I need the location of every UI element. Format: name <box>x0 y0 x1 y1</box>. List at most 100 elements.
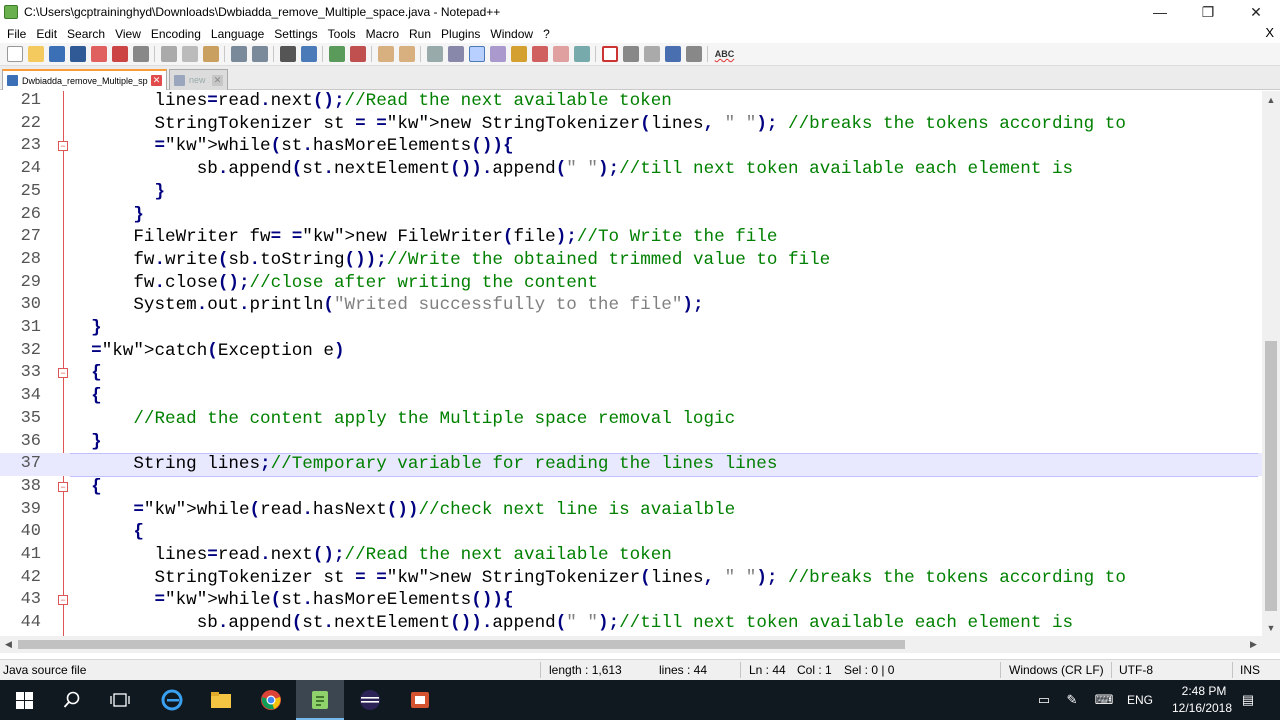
close-all-icon[interactable] <box>111 46 128 62</box>
function-list-icon[interactable] <box>531 46 548 62</box>
spellcheck-icon[interactable]: ABC <box>714 46 736 62</box>
taskbar-powerpoint[interactable] <box>396 680 444 720</box>
scroll-down-arrow-icon[interactable]: ▼ <box>1262 619 1280 636</box>
record-macro-icon[interactable] <box>601 46 618 62</box>
code-line[interactable]: 37 String lines;//Temporary variable for… <box>0 453 1262 477</box>
code-line[interactable]: 44 sb.append(st.nextElement()).append(" … <box>0 612 1262 635</box>
code-line[interactable]: 23 − ="kw">while(st.hasMoreElements()){ <box>0 135 1262 158</box>
word-wrap-icon[interactable] <box>426 46 443 62</box>
search-button[interactable] <box>48 680 96 720</box>
network-icon[interactable]: ▭ <box>1036 692 1052 708</box>
code-line[interactable]: 36 } <box>0 431 1262 454</box>
code-line[interactable]: 38 − { <box>0 476 1262 499</box>
menu-view[interactable]: View <box>110 27 146 41</box>
undo-icon[interactable] <box>230 46 247 62</box>
menu-search[interactable]: Search <box>62 27 110 41</box>
vertical-scroll-thumb[interactable] <box>1265 341 1277 611</box>
code-line[interactable]: 21 lines=read.next();//Read the next ava… <box>0 91 1262 113</box>
save-all-icon[interactable] <box>69 46 86 62</box>
maximize-button[interactable]: ❐ <box>1184 0 1232 24</box>
start-button[interactable] <box>0 680 48 720</box>
save-icon[interactable] <box>48 46 65 62</box>
redo-icon[interactable] <box>251 46 268 62</box>
show-all-chars-icon[interactable] <box>447 46 464 62</box>
clock-time[interactable]: 2:48 PM <box>1170 684 1238 698</box>
copy-icon[interactable] <box>181 46 198 62</box>
paste-icon[interactable] <box>202 46 219 62</box>
code-line[interactable]: 42 StringTokenizer st = ="kw">new String… <box>0 567 1262 590</box>
menu-edit[interactable]: Edit <box>31 27 62 41</box>
play-multiple-macro-icon[interactable] <box>664 46 681 62</box>
taskbar-edge[interactable] <box>148 680 196 720</box>
menu-run[interactable]: Run <box>404 27 436 41</box>
fold-toggle-icon[interactable]: − <box>58 481 68 492</box>
code-line[interactable]: 29 fw.close();//close after writing the … <box>0 272 1262 295</box>
scroll-right-arrow-icon[interactable]: ▶ <box>1245 636 1262 653</box>
replace-icon[interactable] <box>300 46 317 62</box>
sync-vertical-icon[interactable] <box>377 46 394 62</box>
code-line[interactable]: 34 { <box>0 385 1262 408</box>
code-line[interactable]: 40 { <box>0 521 1262 544</box>
code-line[interactable]: 22 StringTokenizer st = ="kw">new String… <box>0 113 1262 136</box>
taskbar-chrome[interactable] <box>247 680 295 720</box>
play-macro-icon[interactable] <box>643 46 660 62</box>
code-line[interactable]: 43 − ="kw">while(st.hasMoreElements()){ <box>0 589 1262 612</box>
code-line[interactable]: 27 FileWriter fw= ="kw">new FileWriter(f… <box>0 226 1262 249</box>
tab-new-1[interactable]: new 1 ✕ <box>169 69 228 90</box>
sync-horizontal-icon[interactable] <box>398 46 415 62</box>
find-icon[interactable] <box>279 46 296 62</box>
menu-macro[interactable]: Macro <box>361 27 404 41</box>
keyboard-icon[interactable]: ⌨ <box>1095 692 1114 708</box>
pen-icon[interactable]: ✎ <box>1064 692 1080 708</box>
code-line[interactable]: 33 − { <box>0 362 1262 385</box>
menu-tools[interactable]: Tools <box>323 27 361 41</box>
tab-close-icon[interactable]: ✕ <box>212 74 223 86</box>
print-icon[interactable] <box>132 46 149 62</box>
horizontal-scrollbar[interactable]: ◀ ▶ <box>0 636 1262 653</box>
code-line[interactable]: 30 System.out.println("Writed successful… <box>0 294 1262 317</box>
save-macro-icon[interactable] <box>685 46 702 62</box>
menu-plugins[interactable]: Plugins <box>436 27 485 41</box>
menu-language[interactable]: Language <box>206 27 269 41</box>
code-line[interactable]: 25 } <box>0 181 1262 204</box>
cut-icon[interactable] <box>160 46 177 62</box>
menu-window[interactable]: Window <box>485 27 538 41</box>
menu-encoding[interactable]: Encoding <box>146 27 206 41</box>
doc-map-icon[interactable] <box>510 46 527 62</box>
taskbar-file-explorer[interactable] <box>197 680 245 720</box>
stop-macro-icon[interactable] <box>622 46 639 62</box>
menu-settings[interactable]: Settings <box>269 27 322 41</box>
zoom-in-icon[interactable] <box>328 46 345 62</box>
indent-guide-icon[interactable] <box>468 46 485 62</box>
menu-help[interactable]: ? <box>538 27 555 41</box>
code-line[interactable]: 26 } <box>0 204 1262 227</box>
code-line[interactable]: 35 //Read the content apply the Multiple… <box>0 408 1262 431</box>
open-file-icon[interactable] <box>27 46 44 62</box>
udl-icon[interactable] <box>489 46 506 62</box>
close-window-button[interactable]: ✕ <box>1232 0 1280 24</box>
notification-icon[interactable]: ▤ <box>1240 692 1256 708</box>
language-indicator[interactable]: ENG <box>1127 693 1153 707</box>
taskbar-eclipse[interactable] <box>346 680 394 720</box>
tab-dwbiadda-java[interactable]: Dwbiadda_remove_Multiple_space.java ✕ <box>2 69 167 90</box>
zoom-out-icon[interactable] <box>349 46 366 62</box>
code-line[interactable]: 39 ="kw">while(read.hasNext())//check ne… <box>0 499 1262 522</box>
code-line[interactable]: 28 fw.write(sb.toString());//Write the o… <box>0 249 1262 272</box>
folder-workspace-icon[interactable] <box>552 46 569 62</box>
horizontal-scroll-thumb[interactable] <box>18 640 905 649</box>
monitoring-icon[interactable] <box>573 46 590 62</box>
taskbar-notepadpp[interactable] <box>296 680 344 720</box>
code-editor[interactable]: 21 lines=read.next();//Read the next ava… <box>0 91 1262 636</box>
vertical-scrollbar[interactable]: ▲ ▼ <box>1262 91 1280 636</box>
new-file-icon[interactable] <box>6 46 23 62</box>
fold-toggle-icon[interactable]: − <box>58 368 68 379</box>
close-document-button[interactable]: X <box>1265 25 1274 40</box>
tab-close-icon[interactable]: ✕ <box>151 75 162 86</box>
code-line[interactable]: 31 } <box>0 317 1262 340</box>
code-line[interactable]: 41 lines=read.next();//Read the next ava… <box>0 544 1262 567</box>
task-view-button[interactable] <box>96 680 144 720</box>
minimize-button[interactable]: — <box>1136 0 1184 24</box>
scroll-left-arrow-icon[interactable]: ◀ <box>0 636 17 653</box>
scroll-up-arrow-icon[interactable]: ▲ <box>1262 91 1280 108</box>
clock-date[interactable]: 12/16/2018 <box>1161 701 1243 715</box>
